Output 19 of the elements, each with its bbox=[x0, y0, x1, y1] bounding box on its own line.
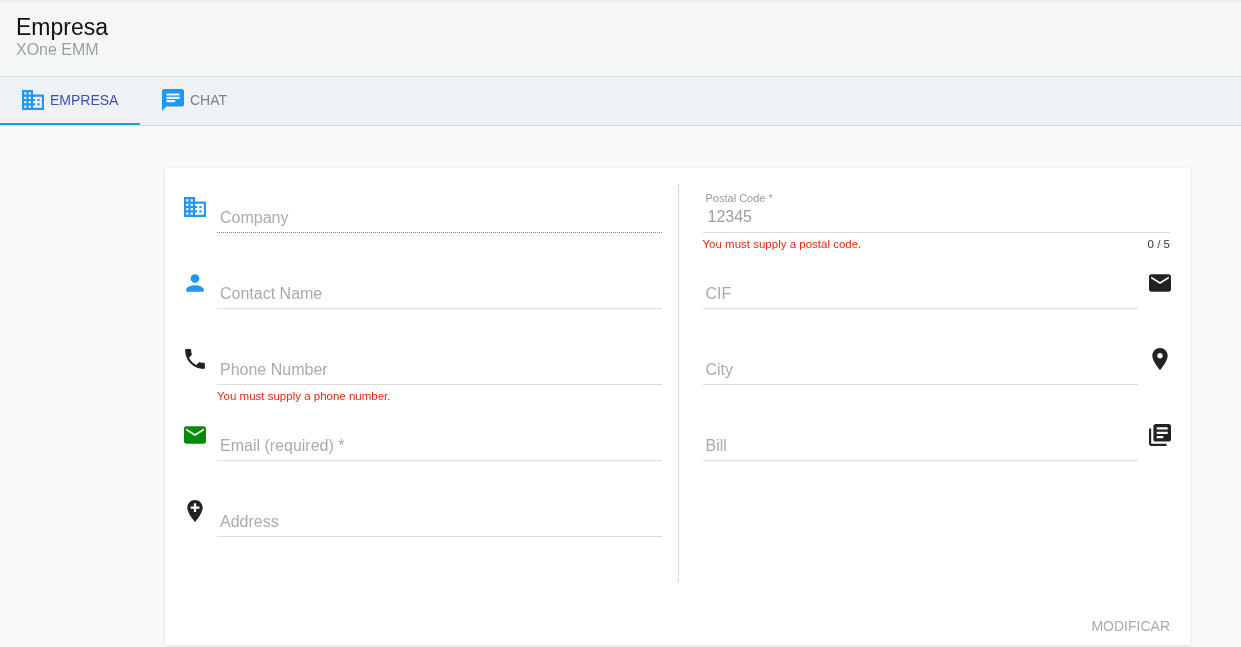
map-pin-plus-icon bbox=[184, 500, 206, 522]
chat-icon bbox=[162, 89, 184, 111]
page-title: Empresa bbox=[16, 13, 110, 41]
building-icon bbox=[22, 89, 44, 111]
tab[interactable]: EMPRESA bbox=[0, 77, 140, 125]
page-subtitle: XOne EMM bbox=[16, 41, 100, 59]
error-message: You must supply a phone number. bbox=[217, 390, 391, 402]
postal-code-field[interactable]: 12345 bbox=[702, 206, 1170, 233]
mail-icon bbox=[184, 424, 206, 446]
mail-icon bbox=[1149, 272, 1171, 294]
character-counter: 0 / 5 bbox=[1147, 238, 1170, 250]
field-label: Postal Code * bbox=[705, 191, 773, 205]
books-icon bbox=[1149, 424, 1171, 446]
error-message: You must supply a postal code. bbox=[702, 238, 862, 250]
building-icon bbox=[184, 196, 206, 218]
map-pin-icon bbox=[1149, 348, 1171, 370]
tab[interactable]: CHAT bbox=[140, 77, 280, 125]
phone-icon bbox=[184, 348, 206, 370]
person-icon bbox=[184, 272, 206, 294]
